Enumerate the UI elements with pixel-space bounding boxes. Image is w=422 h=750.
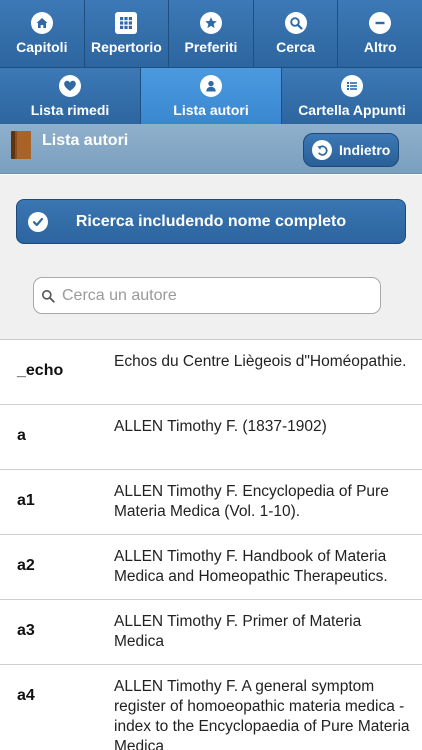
grid-icon [115, 12, 138, 34]
list-item[interactable]: a4 ALLEN Timothy F. A general symptom re… [0, 665, 422, 750]
star-icon [199, 12, 222, 34]
list-item[interactable]: a3 ALLEN Timothy F. Primer of Materia Me… [0, 600, 422, 665]
tab-label: Cerca [276, 39, 316, 55]
tab-repertorio[interactable]: Repertorio [84, 0, 170, 68]
list-item[interactable]: _echo Echos du Centre Liègeois d"Homéopa… [0, 340, 422, 405]
check-icon [28, 212, 48, 232]
search-icon [284, 12, 307, 34]
tab-cartella-appunti[interactable]: Cartella Appunti [282, 68, 422, 124]
list-item[interactable]: a ALLEN Timothy F. (1837-1902) [0, 405, 422, 470]
author-code: _echo [17, 362, 64, 379]
tab-label: Lista rimedi [30, 101, 110, 118]
nav-row-secondary: Lista rimedi Lista autori Cartella Appun… [0, 68, 422, 124]
filter-panel: Ricerca includendo nome completo [0, 175, 422, 340]
search-icon [42, 289, 55, 303]
tab-altro[interactable]: Altro [338, 0, 422, 68]
toggle-label: Ricerca includendo nome completo [75, 212, 347, 230]
search-input[interactable] [62, 286, 352, 305]
list-item[interactable]: a2 ALLEN Timothy F. Handbook of Materia … [0, 535, 422, 600]
book-icon [10, 130, 32, 160]
author-code: a2 [17, 557, 35, 574]
tab-label: Preferiti [184, 39, 238, 55]
page-title: Lista autori [42, 132, 129, 149]
tab-label: Repertorio [90, 39, 162, 55]
tab-preferiti[interactable]: Preferiti [169, 0, 254, 68]
back-button[interactable]: Indietro [303, 133, 399, 167]
search-field[interactable] [33, 277, 381, 314]
author-code: a [17, 427, 26, 444]
author-code: a4 [17, 687, 35, 704]
minus-icon [369, 12, 392, 34]
tab-label: Altro [363, 39, 397, 55]
tab-lista-autori[interactable]: Lista autori [141, 68, 282, 124]
list-icon [341, 74, 363, 97]
home-icon [30, 12, 53, 34]
heart-icon [59, 74, 81, 97]
author-name: Echos du Centre Liègeois d"Homéopathie. [114, 353, 407, 370]
top-navigation: Capitoli Repertorio Preferiti Cerca Altr… [0, 0, 422, 124]
tab-lista-rimedi[interactable]: Lista rimedi [0, 68, 141, 124]
list-item[interactable]: a1 ALLEN Timothy F. Encyclopedia of Pure… [0, 470, 422, 535]
tab-cerca[interactable]: Cerca [253, 0, 339, 68]
full-name-search-toggle[interactable]: Ricerca includendo nome completo [16, 199, 406, 244]
author-code: a1 [17, 492, 35, 509]
author-name: ALLEN Timothy F. Handbook of Materia Med… [114, 548, 388, 585]
tab-label: Capitoli [16, 39, 68, 55]
back-button-label: Indietro [339, 142, 391, 158]
tab-label: Lista autori [173, 101, 249, 118]
tab-label: Cartella Appunti [298, 101, 406, 118]
user-icon [200, 74, 222, 97]
author-name: ALLEN Timothy F. A general symptom regis… [114, 678, 410, 750]
nav-row-primary: Capitoli Repertorio Preferiti Cerca Altr… [0, 0, 422, 68]
title-bar: Lista autori Indietro [0, 124, 422, 174]
tab-capitoli[interactable]: Capitoli [0, 0, 85, 68]
back-arrow-icon [312, 140, 332, 160]
author-name: ALLEN Timothy F. Primer of Materia Medic… [114, 613, 362, 650]
author-name: ALLEN Timothy F. (1837-1902) [114, 418, 327, 435]
author-name: ALLEN Timothy F. Encyclopedia of Pure Ma… [114, 483, 389, 520]
author-code: a3 [17, 622, 35, 639]
author-list: _echo Echos du Centre Liègeois d"Homéopa… [0, 340, 422, 750]
